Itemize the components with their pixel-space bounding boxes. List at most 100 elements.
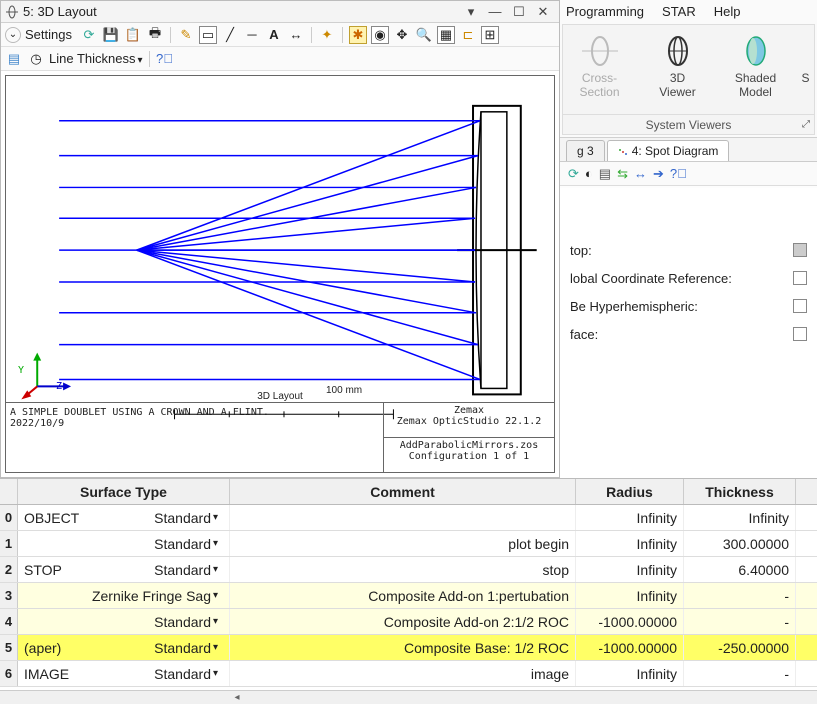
cell-radius[interactable]: Infinity (576, 583, 684, 608)
refresh-icon[interactable]: ⟳ (568, 166, 579, 182)
cell-thickness[interactable]: - (684, 583, 796, 608)
cell-radius[interactable]: Infinity (576, 531, 684, 556)
cell-surface-type[interactable]: Standard▾ (18, 531, 230, 556)
row-header[interactable]: 2 (0, 557, 18, 582)
table-row[interactable]: 4Standard▾Composite Add-on 2:1/2 ROC-100… (0, 609, 817, 635)
forward-icon[interactable]: ➔ (653, 166, 664, 182)
table-row[interactable]: 3Zernike Fringe Sag▾Composite Add-on 1:p… (0, 583, 817, 609)
cell-radius[interactable]: -1000.00000 (576, 609, 684, 634)
minimize-button[interactable]: — (483, 4, 507, 19)
camera-icon[interactable]: ◉ (371, 26, 389, 44)
tab-g3[interactable]: g 3 (566, 140, 605, 161)
move-icon[interactable]: ✥ (393, 26, 411, 44)
cell-thickness[interactable]: - (684, 661, 796, 686)
chevron-down-icon[interactable]: ▾ (213, 512, 223, 523)
cursor-box-icon[interactable]: ▦ (437, 26, 455, 44)
cell-comment[interactable]: Composite Add-on 1:pertubation (230, 583, 576, 608)
axes-icon[interactable]: ✱ (349, 26, 367, 44)
menu-programming[interactable]: Programming (566, 4, 644, 19)
cell-surface-type[interactable]: OBJECTStandard▾ (18, 505, 230, 530)
3d-viewer-button[interactable]: 3D Viewer (643, 31, 713, 99)
shaded-model-button[interactable]: Shaded Model (721, 31, 791, 99)
cell-comment[interactable]: image (230, 661, 576, 686)
double-arrow-icon[interactable]: ↔ (287, 26, 305, 44)
cell-radius[interactable]: Infinity (576, 557, 684, 582)
refresh-icon[interactable]: ⟳ (80, 26, 98, 44)
cell-surface-type[interactable]: IMAGEStandard▾ (18, 661, 230, 686)
cell-thickness[interactable]: Infinity (684, 505, 796, 530)
chevron-down-icon[interactable]: ▾ (213, 668, 223, 679)
link-icon[interactable]: ⊏ (459, 26, 477, 44)
cell-surface-type[interactable]: STOPStandard▾ (18, 557, 230, 582)
rectangle-icon[interactable]: ▭ (199, 26, 217, 44)
tab-spot-diagram[interactable]: 4: Spot Diagram (607, 140, 730, 161)
th-surface-type[interactable]: Surface Type (18, 479, 230, 504)
clock-icon[interactable]: ◷ (27, 50, 45, 68)
table-row[interactable]: 6IMAGEStandard▾imageInfinity- (0, 661, 817, 687)
hyperhemi-checkbox[interactable] (793, 299, 807, 313)
cell-comment[interactable]: Composite Add-on 2:1/2 ROC (230, 609, 576, 634)
plot-area[interactable]: Y Z 100 mm 3D Layout A SIMPLE DOUBLET US… (5, 75, 555, 473)
row-header[interactable]: 6 (0, 661, 18, 686)
scroll-left-icon[interactable]: ◂ (230, 692, 244, 703)
cross-section-button[interactable]: Cross-Section (565, 31, 635, 99)
dropdown-button[interactable]: ▾ (459, 4, 483, 20)
chevron-down-icon[interactable]: ▾ (213, 616, 223, 627)
line-thickness-dropdown[interactable]: Line Thickness▾ (49, 51, 143, 66)
global-ref-checkbox[interactable] (793, 271, 807, 285)
swap-icon[interactable]: ⇆ (617, 166, 628, 182)
chevron-down-icon[interactable]: ▾ (213, 590, 223, 601)
close-button[interactable]: ✕ (531, 4, 555, 20)
chevron-down-icon[interactable]: ▾ (213, 642, 223, 653)
row-header[interactable]: 0 (0, 505, 18, 530)
face-checkbox[interactable] (793, 327, 807, 341)
cell-thickness[interactable]: -250.00000 (684, 635, 796, 660)
row-header[interactable]: 4 (0, 609, 18, 634)
menu-star[interactable]: STAR (662, 4, 696, 19)
row-header[interactable]: 5 (0, 635, 18, 660)
list-icon[interactable]: ▤ (599, 166, 611, 182)
expand-toggle[interactable]: ⌄ (5, 27, 21, 43)
table-row[interactable]: 2STOPStandard▾stopInfinity6.40000 (0, 557, 817, 583)
help-icon[interactable]: ?⃝ (670, 166, 687, 181)
row-header[interactable]: 3 (0, 583, 18, 608)
th-comment[interactable]: Comment (230, 479, 576, 504)
save-icon[interactable]: 💾 (102, 26, 120, 44)
arrows-icon[interactable]: ↔ (634, 166, 647, 181)
cell-thickness[interactable]: 300.00000 (684, 531, 796, 556)
line-icon[interactable]: ╱ (221, 26, 239, 44)
th-radius[interactable]: Radius (576, 479, 684, 504)
titlebar[interactable]: 5: 3D Layout ▾ — ☐ ✕ (1, 1, 559, 23)
cell-thickness[interactable]: - (684, 609, 796, 634)
cell-radius[interactable]: -1000.00000 (576, 635, 684, 660)
th-corner[interactable] (0, 479, 18, 504)
table-row[interactable]: 5(aper)Standard▾Composite Base: 1/2 ROC-… (0, 635, 817, 661)
print-icon[interactable]: 🖶 (146, 26, 164, 44)
cell-surface-type[interactable]: Zernike Fringe Sag▾ (18, 583, 230, 608)
table-row[interactable]: 1Standard▾plot beginInfinity300.00000 (0, 531, 817, 557)
cell-comment[interactable]: plot begin (230, 531, 576, 556)
cell-comment[interactable]: stop (230, 557, 576, 582)
cell-thickness[interactable]: 6.40000 (684, 557, 796, 582)
toggle-icon[interactable]: ◐ (585, 166, 593, 181)
cell-comment[interactable]: Composite Base: 1/2 ROC (230, 635, 576, 660)
expand-group-icon[interactable]: ⤢ (802, 119, 810, 130)
table-row[interactable]: 0OBJECTStandard▾ InfinityInfinity (0, 505, 817, 531)
cell-comment[interactable] (230, 505, 576, 530)
cell-radius[interactable]: Infinity (576, 505, 684, 530)
settings-button[interactable]: Settings (25, 27, 72, 42)
chevron-down-icon[interactable]: ▾ (213, 564, 223, 575)
cell-surface-type[interactable]: Standard▾ (18, 609, 230, 634)
horizontal-scrollbar[interactable]: ◂ (0, 690, 817, 704)
pencil-icon[interactable]: ✎ (177, 26, 195, 44)
document-icon[interactable]: ▤ (5, 50, 23, 68)
compass-icon[interactable]: ✦ (318, 26, 336, 44)
maximize-button[interactable]: ☐ (507, 4, 531, 20)
ribbon-extra[interactable]: S (799, 31, 813, 85)
help-icon[interactable]: ?⃝ (156, 50, 174, 68)
chevron-down-icon[interactable]: ▾ (213, 538, 223, 549)
cell-radius[interactable]: Infinity (576, 661, 684, 686)
text-icon[interactable]: A (265, 26, 283, 44)
cell-surface-type[interactable]: (aper)Standard▾ (18, 635, 230, 660)
th-thickness[interactable]: Thickness (684, 479, 796, 504)
